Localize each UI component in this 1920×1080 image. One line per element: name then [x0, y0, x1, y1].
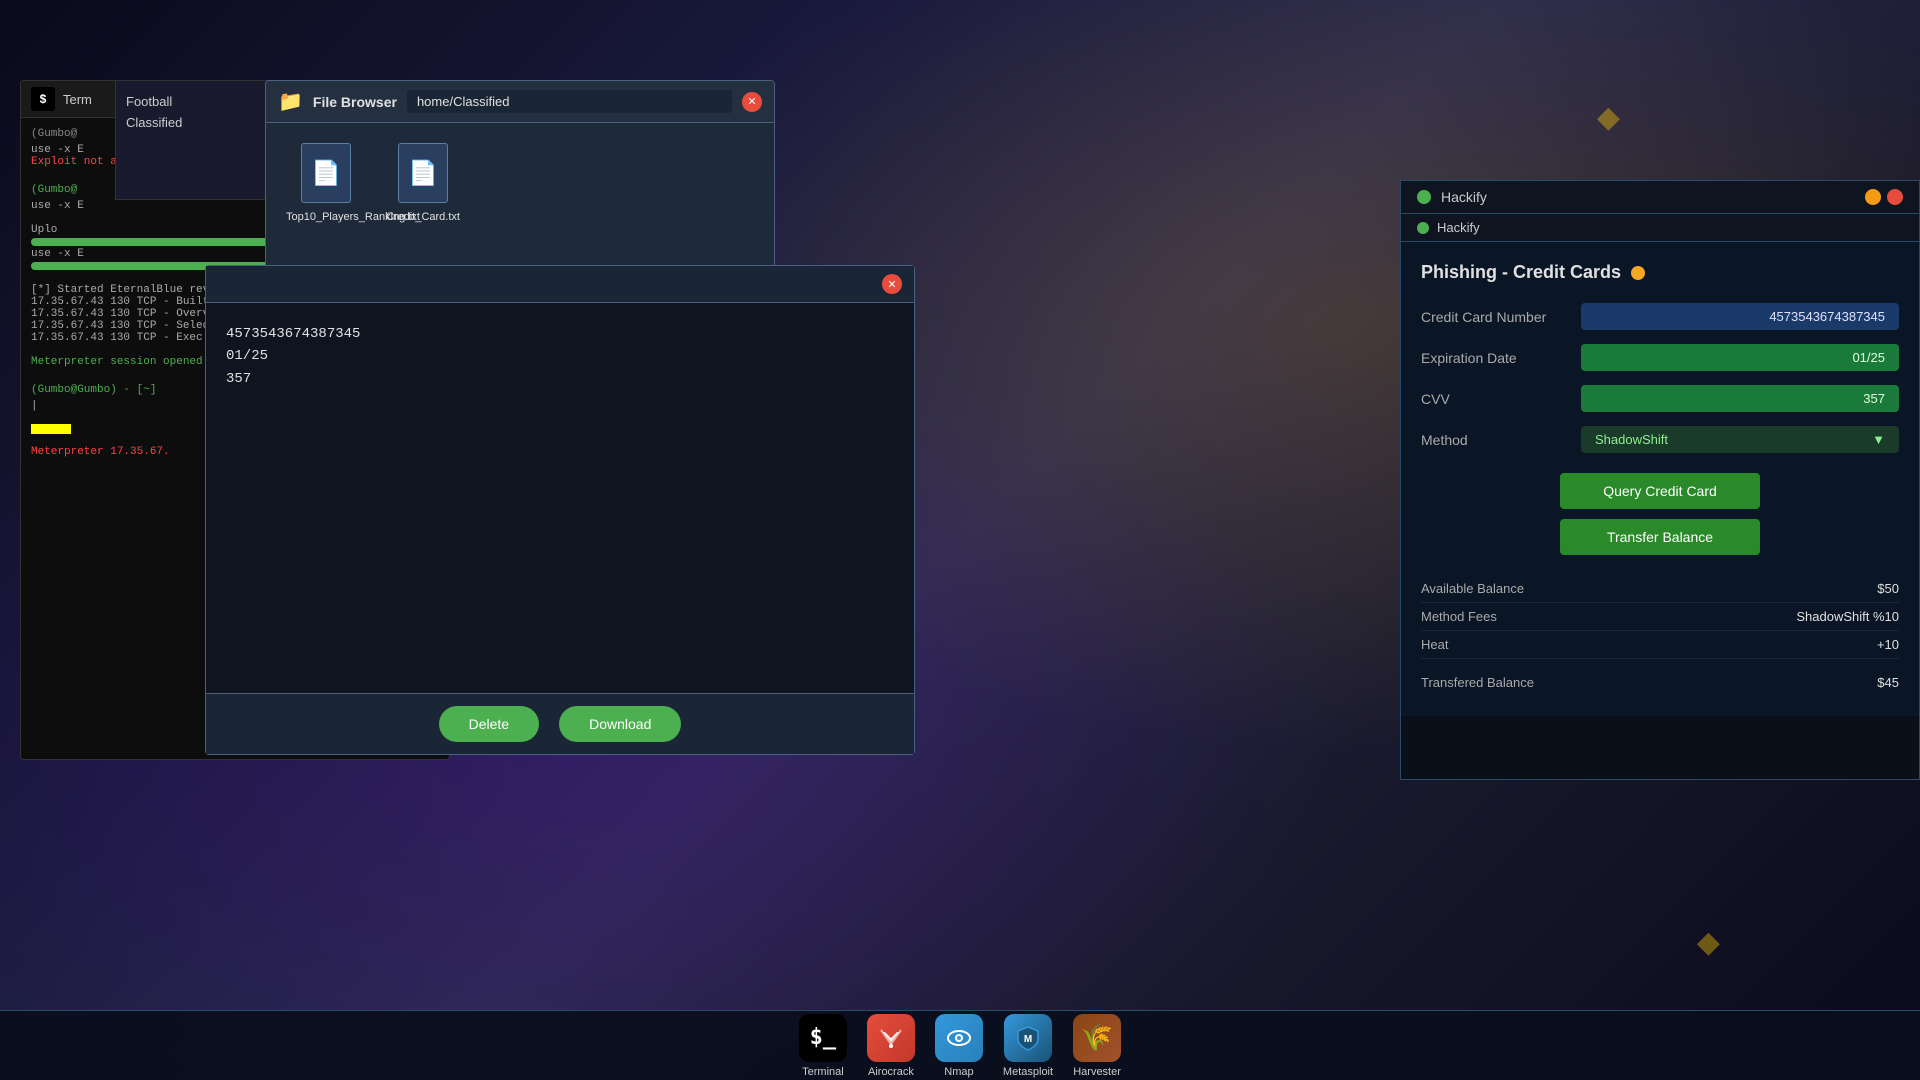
field-row-method: Method ShadowShift ▼ — [1421, 426, 1899, 453]
hackify-sub-title: Hackify — [1437, 220, 1480, 235]
action-buttons: Query Credit Card Transfer Balance — [1421, 473, 1899, 555]
harvester-taskbar-label: Harvester — [1073, 1066, 1121, 1078]
cvv-field-value: 357 — [1581, 385, 1899, 412]
file-browser-window: 📁 File Browser home/Classified ✕ 📄 Top10… — [265, 80, 775, 280]
hackify-window-title: Hackify — [1441, 189, 1487, 205]
hackify-panel: Hackify Hackify Phishing - Credit Cards … — [1400, 180, 1920, 780]
transfer-balance-btn[interactable]: Transfer Balance — [1560, 519, 1760, 555]
method-select[interactable]: ShadowShift ▼ — [1581, 426, 1899, 453]
cc-cvv-line: 357 — [226, 368, 894, 390]
text-viewer-close-btn[interactable]: ✕ — [882, 274, 902, 294]
sidebar-item-classified[interactable]: Classified — [126, 112, 264, 133]
svg-text:M: M — [1024, 1034, 1032, 1045]
phishing-title: Phishing - Credit Cards — [1421, 262, 1621, 283]
cc-field-value: 4573543674387345 — [1581, 303, 1899, 330]
file-browser-body: 📄 Top10_Players_Ranking.txt 📄 Credit_Car… — [266, 123, 774, 243]
cvv-field-label: CVV — [1421, 391, 1581, 407]
info-row-transferred: Transfered Balance $45 — [1421, 669, 1899, 696]
method-dropdown-icon: ▼ — [1872, 432, 1885, 447]
metasploit-taskbar-icon: M — [1004, 1014, 1052, 1062]
text-viewer-window: ✕ 4573543674387345 01/25 357 Delete Down… — [205, 265, 915, 755]
expiry-field-label: Expiration Date — [1421, 350, 1581, 366]
phishing-status-dot — [1631, 266, 1645, 280]
method-value: ShadowShift — [1595, 432, 1668, 447]
taskbar-item-harvester[interactable]: 🌾 Harvester — [1073, 1014, 1121, 1078]
transferred-label: Transfered Balance — [1421, 675, 1534, 690]
hackify-header-bar: Hackify — [1401, 181, 1919, 214]
cursor-text: | — [31, 400, 38, 412]
deco-diamond-1: ◆ — [1597, 100, 1620, 135]
taskbar-item-terminal[interactable]: $_ Terminal — [799, 1014, 847, 1078]
minimize-btn[interactable] — [1865, 189, 1881, 205]
taskbar-item-airocrack[interactable]: Airocrack — [867, 1014, 915, 1078]
file-item-creditcard[interactable]: 📄 Credit_Card.txt — [386, 143, 460, 223]
delete-button[interactable]: Delete — [439, 706, 539, 742]
cc-number-line: 4573543674387345 — [226, 323, 894, 345]
path-bar: home/Classified — [407, 90, 732, 113]
query-credit-card-btn[interactable]: Query Credit Card — [1560, 473, 1760, 509]
terminal-taskbar-icon: $_ — [799, 1014, 847, 1062]
terminal-prompt-icon: $ — [40, 92, 47, 106]
airocrack-taskbar-icon — [867, 1014, 915, 1062]
method-field-label: Method — [1421, 432, 1581, 448]
phishing-panel: Phishing - Credit Cards Credit Card Numb… — [1401, 242, 1919, 716]
file-icon-top10: 📄 — [301, 143, 351, 203]
phishing-title-row: Phishing - Credit Cards — [1421, 262, 1899, 283]
progress-bar-1 — [31, 238, 276, 246]
taskbar: $_ Terminal Airocrack Nmap — [0, 1010, 1920, 1080]
terminal-line-yellow — [31, 424, 71, 434]
field-row-cvv: CVV 357 — [1421, 385, 1899, 412]
terminal-title: Term — [63, 92, 92, 107]
file-browser-close-btn[interactable]: ✕ — [742, 92, 762, 112]
nmap-taskbar-icon — [935, 1014, 983, 1062]
balance-value: $50 — [1877, 581, 1899, 596]
heat-value: +10 — [1877, 637, 1899, 652]
taskbar-item-metasploit[interactable]: M Metasploit — [1003, 1014, 1053, 1078]
hackify-sub-header: Hackify — [1401, 214, 1919, 242]
info-row-balance: Available Balance $50 — [1421, 575, 1899, 603]
info-table: Available Balance $50 Method Fees Shadow… — [1421, 575, 1899, 696]
file-browser-header: 📁 File Browser home/Classified ✕ — [266, 81, 774, 123]
taskbar-item-nmap[interactable]: Nmap — [935, 1014, 983, 1078]
file-name-creditcard: Credit_Card.txt — [386, 211, 460, 223]
file-name-top10: Top10_Players_Ranking.txt — [286, 211, 366, 223]
file-icon-creditcard: 📄 — [398, 143, 448, 203]
nmap-taskbar-label: Nmap — [944, 1066, 973, 1078]
info-row-fees: Method Fees ShadowShift %10 — [1421, 603, 1899, 631]
window-controls — [1865, 189, 1903, 205]
harvester-taskbar-icon: 🌾 — [1073, 1014, 1121, 1062]
text-viewer-header: ✕ — [206, 266, 914, 303]
terminal-icon: $ — [31, 87, 55, 111]
text-viewer-body: 4573543674387345 01/25 357 — [206, 303, 914, 693]
hackify-sub-dot — [1417, 222, 1429, 234]
hackify-close-btn[interactable] — [1887, 189, 1903, 205]
airocrack-taskbar-label: Airocrack — [868, 1066, 914, 1078]
field-row-expiry: Expiration Date 01/25 — [1421, 344, 1899, 371]
field-row-cc: Credit Card Number 4573543674387345 — [1421, 303, 1899, 330]
expiry-field-value: 01/25 — [1581, 344, 1899, 371]
cc-expiry-line: 01/25 — [226, 345, 894, 367]
heat-label: Heat — [1421, 637, 1448, 652]
deco-diamond-2: ◆ — [1697, 925, 1720, 960]
sidebar-item-football[interactable]: Football — [126, 91, 264, 112]
folder-icon: 📁 — [278, 89, 303, 114]
file-browser-title: File Browser — [313, 94, 397, 110]
fees-label: Method Fees — [1421, 609, 1497, 624]
hackify-status-dot — [1417, 190, 1431, 204]
download-button[interactable]: Download — [559, 706, 681, 742]
text-viewer-footer: Delete Download — [206, 693, 914, 754]
fees-value: ShadowShift %10 — [1796, 609, 1899, 624]
info-row-heat: Heat +10 — [1421, 631, 1899, 659]
sidebar-panel: Football Classified — [115, 80, 275, 200]
metasploit-taskbar-label: Metasploit — [1003, 1066, 1053, 1078]
transferred-value: $45 — [1877, 675, 1899, 690]
balance-label: Available Balance — [1421, 581, 1524, 596]
file-item-top10[interactable]: 📄 Top10_Players_Ranking.txt — [286, 143, 366, 223]
terminal-taskbar-label: Terminal — [802, 1066, 844, 1078]
cc-field-label: Credit Card Number — [1421, 309, 1581, 325]
